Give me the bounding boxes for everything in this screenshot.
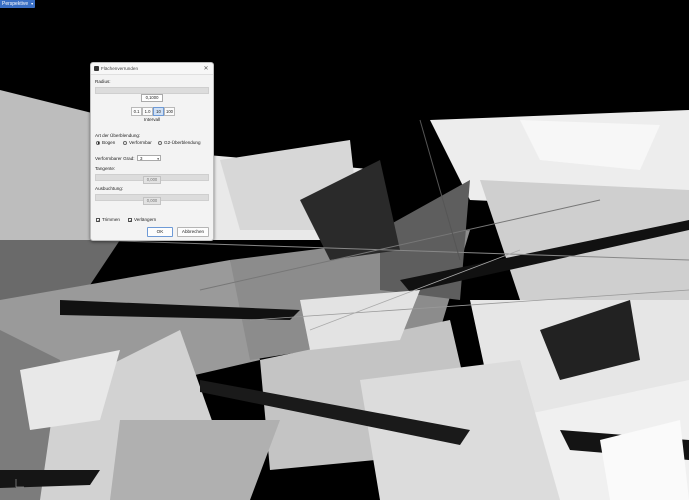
radio-bogen-label: Bogen (102, 140, 116, 145)
viewport-tab-label: Perspektive (2, 1, 29, 7)
bulge-input[interactable]: 0,000 (143, 197, 161, 205)
degree-value: 3 (140, 156, 143, 161)
transition-label: Art der Überblendung: (95, 133, 141, 138)
radius-step-0-1[interactable]: 0.1 (131, 107, 142, 116)
radius-step-10[interactable]: 10 (153, 107, 164, 116)
tangent-label: Tangente: (95, 166, 116, 171)
ok-button[interactable]: OK (147, 227, 173, 237)
extend-label: Verlängern (134, 217, 157, 222)
radius-step-1-0[interactable]: 1.0 (142, 107, 153, 116)
radio-g2-label: G2-Überblendung (164, 140, 201, 145)
trim-checkbox[interactable]: ✓ Trimmen (96, 217, 120, 222)
viewport-tab-perspective[interactable]: Perspektive ▾ (0, 0, 36, 8)
radius-input[interactable]: 0,1000 (141, 94, 163, 102)
axis-indicator-icon (14, 477, 26, 489)
tangent-input[interactable]: 0,000 (143, 176, 161, 184)
bulge-label: Ausbuchtung: (95, 186, 124, 191)
degree-select[interactable]: 3 ▾ (137, 155, 161, 161)
degree-label: Verformbarer Grad: (95, 156, 135, 161)
radius-slider[interactable] (95, 87, 209, 94)
radius-step-100[interactable]: 100 (164, 107, 175, 116)
extend-checkbox[interactable]: ✓ Verlängern (128, 217, 156, 222)
chevron-down-icon: ▾ (157, 157, 159, 161)
radio-verformbar[interactable]: Verformbar (123, 140, 152, 145)
radio-dot (96, 140, 100, 145)
radio-dot (158, 140, 162, 145)
dialog-titlebar[interactable]: Flächenverrunden ✕ (91, 63, 213, 75)
chevron-down-icon[interactable]: ▾ (31, 0, 33, 8)
interval-label: Intervall (144, 117, 161, 122)
fillet-surfaces-dialog: Flächenverrunden ✕ Radius: 0,1000 0.1 1.… (90, 62, 214, 241)
app-icon (94, 66, 99, 71)
radio-dot (123, 140, 127, 145)
cancel-button[interactable]: Abbrechen (177, 227, 209, 237)
trim-label: Trimmen (102, 217, 120, 222)
dialog-title: Flächenverrunden (101, 66, 139, 71)
radio-bogen[interactable]: Bogen (96, 140, 115, 145)
radio-verformbar-label: Verformbar (129, 140, 152, 145)
close-icon[interactable]: ✕ (202, 65, 210, 72)
radius-label: Radius: (95, 79, 111, 84)
check-icon: ✓ (128, 217, 133, 223)
check-icon: ✓ (96, 217, 101, 223)
radio-g2[interactable]: G2-Überblendung (158, 140, 201, 145)
